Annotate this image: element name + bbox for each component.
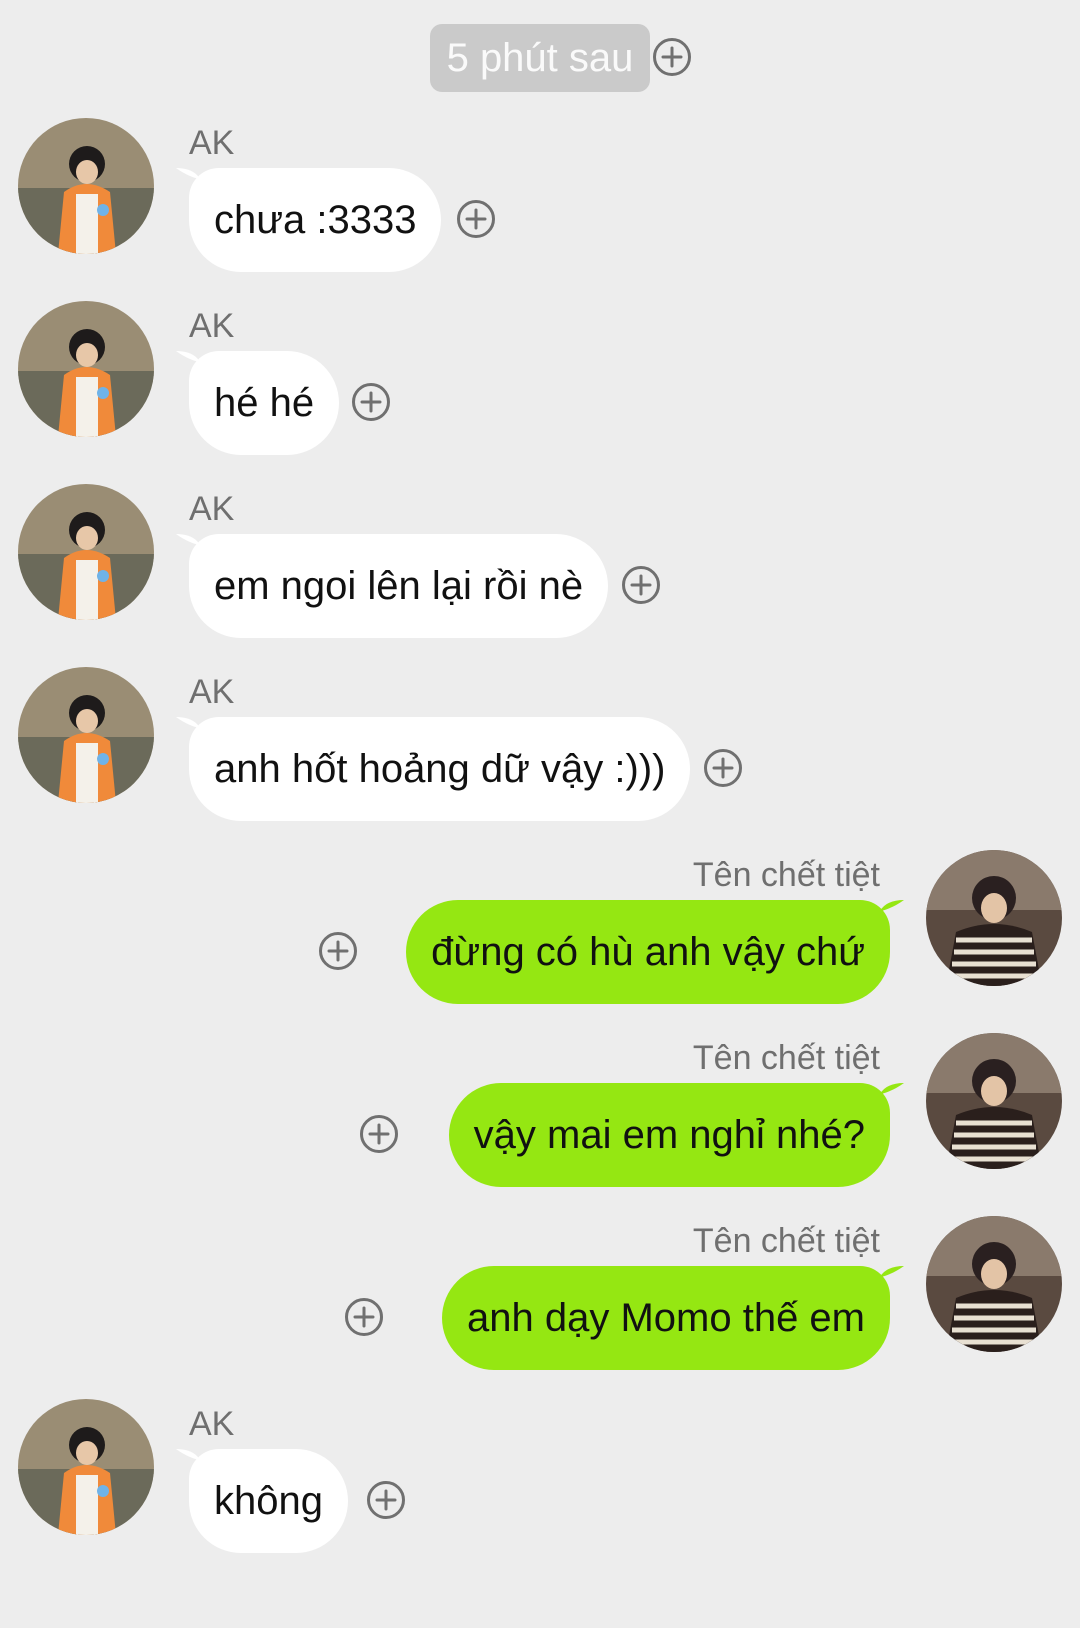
- sender-name: AK: [189, 1405, 235, 1443]
- message-bubble[interactable]: hé hé: [189, 351, 340, 455]
- plus-circle-icon[interactable]: [456, 199, 496, 239]
- message-bubble[interactable]: chưa :3333: [189, 168, 442, 272]
- time-divider: 5 phút sau: [0, 0, 1080, 100]
- time-divider-label: 5 phút sau: [430, 24, 650, 92]
- plus-circle-icon[interactable]: [351, 382, 391, 422]
- message-incoming: AK chưa :3333: [0, 118, 1080, 308]
- plus-circle-icon[interactable]: [359, 1114, 399, 1154]
- message-bubble[interactable]: không: [189, 1449, 348, 1553]
- message-outgoing: Tên chết tiệt đừng có hù anh vậy chứ: [0, 850, 1080, 1040]
- avatar-ak[interactable]: [18, 301, 154, 437]
- sender-name: AK: [189, 490, 235, 528]
- sender-name: AK: [189, 307, 235, 345]
- avatar-ak[interactable]: [18, 1399, 154, 1535]
- message-incoming: AK em ngoi lên lại rồi nè: [0, 484, 1080, 674]
- plus-circle-icon[interactable]: [318, 931, 358, 971]
- message-outgoing: Tên chết tiệt anh dạy Momo thế em: [0, 1216, 1080, 1406]
- avatar-self[interactable]: [926, 1033, 1062, 1169]
- message-bubble[interactable]: em ngoi lên lại rồi nè: [189, 534, 609, 638]
- avatar-ak[interactable]: [18, 667, 154, 803]
- avatar-self[interactable]: [926, 1216, 1062, 1352]
- plus-circle-icon[interactable]: [621, 565, 661, 605]
- chat-thread: 5 phút sau AK chưa :3333 AK hé hé AK em …: [0, 0, 1080, 1628]
- sender-name: AK: [189, 124, 235, 162]
- sender-name: AK: [189, 673, 235, 711]
- plus-circle-icon[interactable]: [652, 37, 692, 77]
- message-incoming: AK không: [0, 1399, 1080, 1589]
- sender-name: Tên chết tiệt: [692, 1039, 880, 1077]
- sender-name: Tên chết tiệt: [692, 1222, 880, 1260]
- avatar-ak[interactable]: [18, 484, 154, 620]
- message-incoming: AK anh hốt hoảng dữ vậy :))): [0, 667, 1080, 857]
- message-bubble[interactable]: đừng có hù anh vậy chứ: [406, 900, 890, 1004]
- message-outgoing: Tên chết tiệt vậy mai em nghỉ nhé?: [0, 1033, 1080, 1223]
- plus-circle-icon[interactable]: [366, 1480, 406, 1520]
- plus-circle-icon[interactable]: [344, 1297, 384, 1337]
- message-bubble[interactable]: vậy mai em nghỉ nhé?: [448, 1083, 890, 1187]
- avatar-ak[interactable]: [18, 118, 154, 254]
- sender-name: Tên chết tiệt: [692, 856, 880, 894]
- message-bubble[interactable]: anh dạy Momo thế em: [442, 1266, 890, 1370]
- avatar-self[interactable]: [926, 850, 1062, 986]
- message-incoming: AK hé hé: [0, 301, 1080, 491]
- plus-circle-icon[interactable]: [703, 748, 743, 788]
- message-bubble[interactable]: anh hốt hoảng dữ vậy :))): [189, 717, 691, 821]
